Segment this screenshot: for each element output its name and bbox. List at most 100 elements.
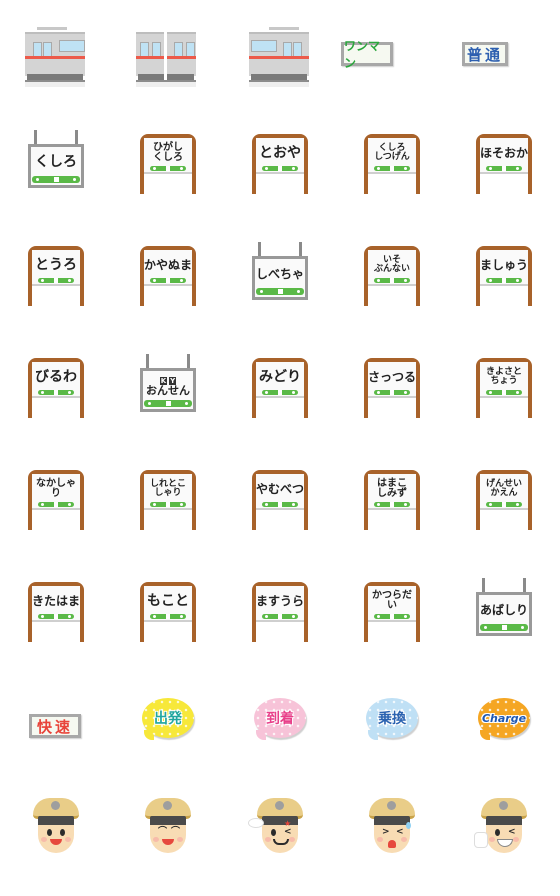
sticker-conductor-smile-open[interactable] <box>0 784 112 896</box>
bubble-text: 到着 <box>266 711 294 727</box>
station-name: もこと <box>147 592 189 609</box>
futsu-badge: 普通 <box>462 42 508 66</box>
line-bar <box>486 278 522 283</box>
line-bar <box>150 166 186 171</box>
line-bar <box>374 390 410 395</box>
sticker-station-sign[interactable]: しべちゃ <box>224 224 336 336</box>
sticker-station-sign[interactable]: きたはま <box>0 560 112 672</box>
sign-panel: きたはま <box>32 586 80 622</box>
sticker-station-sign[interactable]: いそ ぶんない <box>336 224 448 336</box>
sticker-station-sign[interactable]: K Y おんせん <box>112 336 224 448</box>
hair <box>374 816 410 825</box>
sticker-bubble[interactable]: 乗換 <box>336 672 448 784</box>
line-bar <box>374 502 410 507</box>
conductor-face: > < <box>366 798 418 854</box>
line-bar <box>486 166 522 171</box>
line-bar <box>144 400 192 407</box>
station-sign-stand: みどり <box>252 358 308 418</box>
speech-bubble: 到着 <box>254 698 306 740</box>
sticker-station-sign[interactable]: くしろ しつげん <box>336 112 448 224</box>
line-bar <box>38 390 74 395</box>
station-sign-stand: もこと <box>140 582 196 642</box>
sticker-station-sign[interactable]: ひがし くしろ <box>112 112 224 224</box>
station-sign-stand: なかしゃり <box>28 470 84 530</box>
face: ⌒ ⌒ <box>150 821 186 853</box>
hair <box>486 816 522 825</box>
sign-panel: しれとこ しゃり <box>144 474 192 510</box>
sign-panel: K Y おんせん <box>140 368 196 412</box>
station-name: ほそおか <box>480 145 529 160</box>
sign-panel: くしろ <box>28 144 84 188</box>
station-name: おんせん <box>146 383 190 397</box>
face: > < <box>374 821 410 853</box>
sign-panel: もこと <box>144 586 192 622</box>
sticker-station-sign[interactable]: とおや <box>224 112 336 224</box>
sticker-station-sign[interactable]: なかしゃり <box>0 448 112 560</box>
line-bar <box>262 502 298 507</box>
sticker-bubble[interactable]: 出発 <box>112 672 224 784</box>
station-name: きよさと ちょう <box>485 366 522 386</box>
sign-panel: かつらだい <box>368 586 416 622</box>
sticker-station-sign[interactable]: かつらだい <box>336 560 448 672</box>
sign-panel: なかしゃり <box>32 474 80 510</box>
station-name: ひがし くしろ <box>153 141 183 163</box>
cap-badge-icon <box>163 801 172 810</box>
station-name: かつらだい <box>372 589 412 611</box>
sticker-bubble[interactable]: Charge <box>448 672 560 784</box>
station-sign-stand: きよさと ちょう <box>476 358 532 418</box>
line-bar <box>38 278 74 283</box>
sticker-station-sign[interactable]: やむべつ <box>224 448 336 560</box>
station-name: きたはま <box>32 593 81 608</box>
conductor-face <box>30 798 82 854</box>
sticker-station-sign[interactable]: あばしり <box>448 560 560 672</box>
speech-bubble: Charge <box>478 698 530 740</box>
sticker-conductor-salute-wink[interactable]: < ★ <box>224 784 336 896</box>
sticker-bubble[interactable]: 到着 <box>224 672 336 784</box>
speech-bubble: 乗換 <box>366 698 418 740</box>
kaisoku-badge: 快速 <box>29 714 81 738</box>
station-name: くしろ しつげん <box>374 142 410 162</box>
sticker-conductor-laugh-eyes-closed[interactable]: ⌒ ⌒ <box>112 784 224 896</box>
station-name: ますうら <box>256 593 305 608</box>
sticker-station-sign[interactable]: かやぬま <box>112 224 224 336</box>
sticker-station-sign[interactable]: ましゅう <box>448 224 560 336</box>
sign-panel: いそ ぶんない <box>368 250 416 286</box>
sticker-station-sign[interactable]: はまこ しみず <box>336 448 448 560</box>
station-sign-stand: さっつる <box>364 358 420 418</box>
face: < <box>486 821 522 853</box>
sign-panel: あばしり <box>476 592 532 636</box>
line-bar <box>262 614 298 619</box>
station-sign-hanging: しべちゃ <box>252 242 308 304</box>
sticker-station-sign[interactable]: ますうら <box>224 560 336 672</box>
sticker-train-rear[interactable] <box>224 0 336 112</box>
sticker-station-sign[interactable]: さっつる <box>336 336 448 448</box>
line-bar <box>374 614 410 619</box>
station-sign-hanging: K Y おんせん <box>140 354 196 416</box>
sticker-grid: ワンマン 普通 くしろ ひがし くしろ とおや くしろ しつげん ほそおか とうろ かやぬま… <box>0 0 560 896</box>
line-bar <box>486 502 522 507</box>
sign-panel: げんせい かえん <box>480 474 528 510</box>
station-sign-stand: げんせい かえん <box>476 470 532 530</box>
cap-badge-icon <box>51 801 60 810</box>
sticker-conductor-thumbs-up-grin[interactable]: < <box>448 784 560 896</box>
sticker-station-sign[interactable]: げんせい かえん <box>448 448 560 560</box>
sticker-station-sign[interactable]: びるわ <box>0 336 112 448</box>
sticker-station-sign[interactable]: みどり <box>224 336 336 448</box>
sticker-station-sign[interactable]: くしろ <box>0 112 112 224</box>
sticker-train-coupled[interactable] <box>112 0 224 112</box>
sign-panel: みどり <box>256 362 304 398</box>
sticker-kaisoku[interactable]: 快速 <box>0 0 112 738</box>
sticker-station-sign[interactable]: きよさと ちょう <box>448 336 560 448</box>
sticker-station-sign[interactable]: とうろ <box>0 224 112 336</box>
bubble-text: 乗換 <box>378 711 406 727</box>
sticker-station-sign[interactable]: もこと <box>112 560 224 672</box>
station-name: かやぬま <box>144 257 193 272</box>
station-name: とおや <box>259 144 301 161</box>
hair <box>150 816 186 825</box>
sticker-station-sign[interactable]: ほそおか <box>448 112 560 224</box>
sign-panel: やむべつ <box>256 474 304 510</box>
station-name: やむべつ <box>256 481 305 496</box>
sticker-station-sign[interactable]: しれとこ しゃり <box>112 448 224 560</box>
conductor-face: < ★ <box>248 798 306 854</box>
sticker-conductor-shocked-sweat[interactable]: > < <box>336 784 448 896</box>
